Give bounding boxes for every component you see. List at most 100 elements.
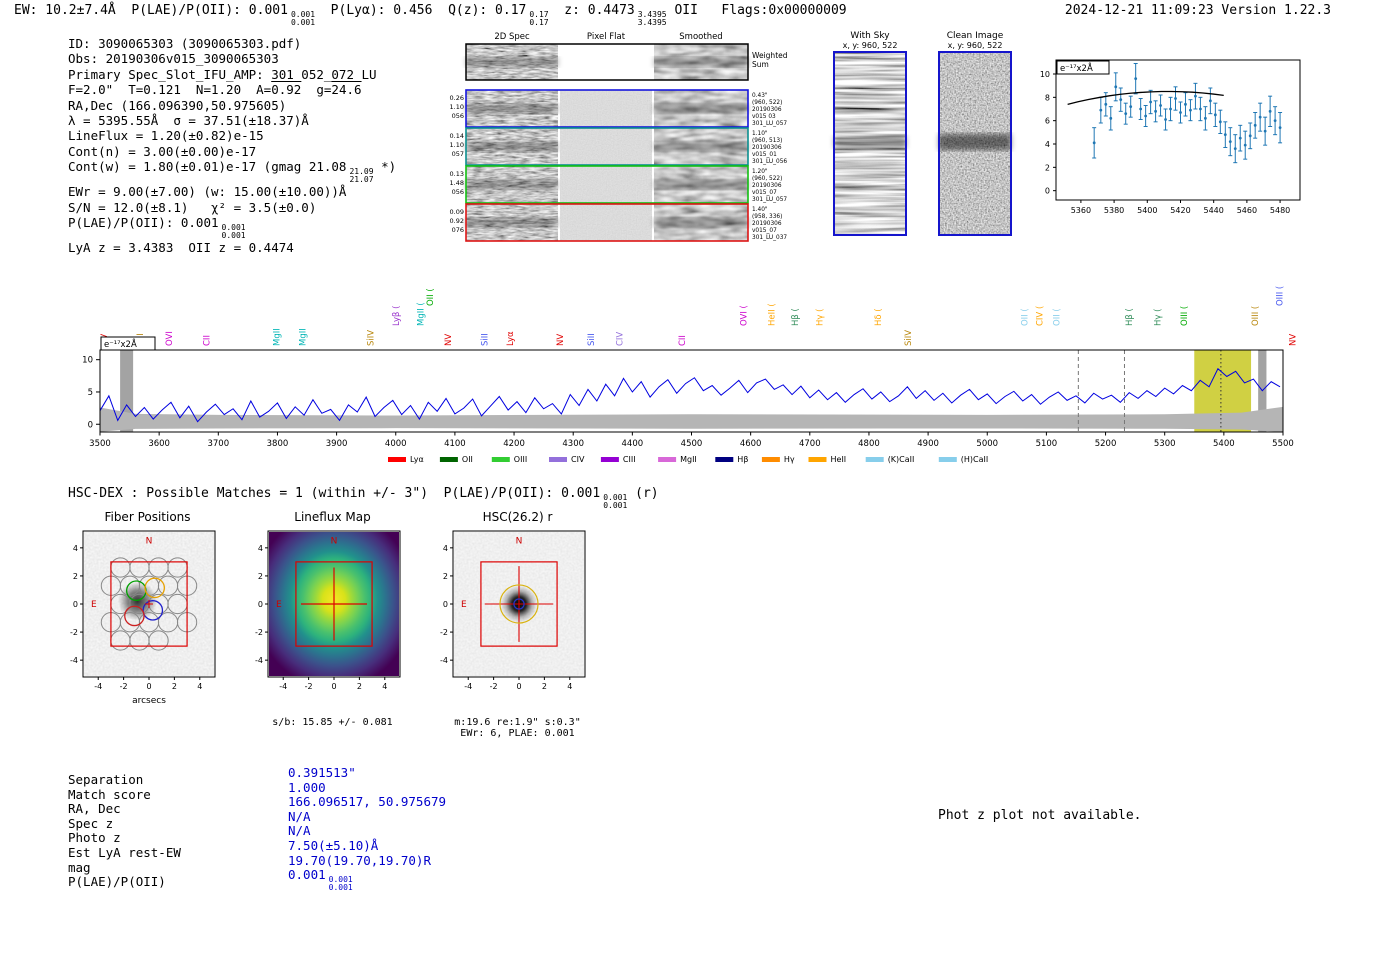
svg-text:With Sky: With Sky <box>850 31 890 41</box>
lineflux-map-image: -4 -4 -2 -2 0 0 2 2 4 4 N E <box>255 530 401 691</box>
match-table-row: Spec z N/A <box>68 808 311 831</box>
svg-text:N: N <box>516 537 523 547</box>
svg-text:0: 0 <box>331 682 336 691</box>
info-line: LyA z = 3.4383 OII z = 0.4474 <box>68 240 294 256</box>
svg-text:e⁻¹⁷x2Å: e⁻¹⁷x2Å <box>1060 62 1093 74</box>
match-table: Separation 0.391513" Match score 1.000 RA, D… <box>68 765 447 893</box>
svg-text:Pixel Flat: Pixel Flat <box>587 32 626 42</box>
svg-text:0.92: 0.92 <box>450 217 464 225</box>
match-table-row: P(LAE)/P(OII) 0.001 0.001 0.001 <box>68 867 353 893</box>
svg-text:OII (: OII ( <box>1021 308 1031 326</box>
svg-text:Sum: Sum <box>752 60 769 69</box>
svg-text:arcsecs: arcsecs <box>132 696 166 706</box>
timestamp-version: 2024-12-21 11:09:23 Version 1.22.3 <box>1064 3 1331 18</box>
svg-text:1.40": 1.40" <box>752 207 768 213</box>
svg-text:(960, 522): (960, 522) <box>752 176 782 182</box>
fiber-positions-panel: Fiber Positions -4 -4 -2 -2 0 0 2 2 4 4 N Earcsecs <box>55 510 240 717</box>
svg-text:076: 076 <box>452 226 464 234</box>
svg-text:0: 0 <box>1045 187 1050 196</box>
svg-text:4400: 4400 <box>622 439 644 449</box>
svg-text:301_LU_057: 301_LU_057 <box>752 121 787 127</box>
svg-text:CII: CII <box>202 335 212 346</box>
svg-text:Weighted: Weighted <box>752 51 788 60</box>
svg-text:3700: 3700 <box>207 439 229 449</box>
svg-text:5360: 5360 <box>1071 206 1091 215</box>
svg-text:4: 4 <box>1045 140 1050 149</box>
svg-text:-4: -4 <box>255 656 263 665</box>
svg-text:(960, 513): (960, 513) <box>752 138 782 144</box>
svg-text:SiIV: SiIV <box>366 330 376 346</box>
fiber-positions-title: Fiber Positions <box>104 510 191 524</box>
svg-text:E: E <box>276 600 282 610</box>
svg-text:(958, 336): (958, 336) <box>752 214 782 220</box>
match-table-row: Separation 0.391513" <box>68 765 356 787</box>
svg-text:Clean Image: Clean Image <box>947 31 1004 41</box>
svg-text:CIII: CIII <box>623 455 636 464</box>
lineflux-caption: s/b: 15.85 +/- 0.081 <box>272 717 393 728</box>
svg-text:SiII: SiII <box>587 333 597 346</box>
match-table-row: RA, Dec 166.096517, 50.975679 <box>68 794 447 817</box>
svg-text:MgII: MgII <box>272 328 282 346</box>
svg-text:0: 0 <box>73 600 78 609</box>
lineflux-map-title: Lineflux Map <box>294 510 371 524</box>
svg-text:5440: 5440 <box>1204 206 1224 215</box>
svg-text:0.26: 0.26 <box>450 94 464 102</box>
svg-text:CIV (: CIV ( <box>1035 306 1045 326</box>
svg-text:4: 4 <box>258 544 263 553</box>
svg-text:Hγ: Hγ <box>784 455 795 464</box>
svg-text:5100: 5100 <box>1036 439 1058 449</box>
info-line: RA,Dec (166.096390,50.975605) <box>68 97 287 113</box>
svg-text:4700: 4700 <box>799 439 821 449</box>
svg-text:OVI (: OVI ( <box>740 305 750 326</box>
svg-text:HeII: HeII <box>831 455 847 464</box>
svg-text:-4: -4 <box>70 656 78 665</box>
svg-text:20190306: 20190306 <box>752 145 782 151</box>
hsc-r-image: -4 -4 -2 -2 0 0 2 2 4 4 N E <box>440 530 586 691</box>
svg-text:2: 2 <box>73 572 78 581</box>
svg-text:OIII (: OIII ( <box>1251 306 1261 326</box>
svg-text:Smoothed: Smoothed <box>679 32 722 42</box>
photz-note: Phot z plot not available. <box>938 808 1142 823</box>
svg-text:-4: -4 <box>440 656 448 665</box>
svg-text:-2: -2 <box>440 628 448 637</box>
svg-text:2D Spec: 2D Spec <box>494 32 530 42</box>
svg-text:Hβ (: Hβ ( <box>791 308 801 326</box>
svg-text:5: 5 <box>88 388 93 398</box>
info-line: EWr = 9.00(±7.00) (w: 15.00(±10.00))Å <box>68 184 347 200</box>
svg-text:20190306: 20190306 <box>752 107 782 113</box>
svg-text:056: 056 <box>452 112 464 120</box>
sky-image-panels: With Skyx, y: 960, 522Clean Imagex, y: 9… <box>833 31 1012 236</box>
svg-text:Hβ: Hβ <box>737 455 748 464</box>
svg-text:N: N <box>146 537 153 547</box>
svg-text:0: 0 <box>443 600 448 609</box>
svg-text:4000: 4000 <box>385 439 407 449</box>
svg-text:5480: 5480 <box>1270 206 1290 215</box>
info-line: λ = 5395.55Å σ = 37.51(±18.37)Å <box>68 113 309 129</box>
hsc-dex-match-line: HSC-DEX : Possible Matches = 1 (within +… <box>68 486 659 510</box>
svg-text:MgII: MgII <box>680 455 697 464</box>
report-summary-line: EW: 10.2±7.4Å P(LAE)/P(OII): 0.001 0.001 0… <box>14 3 847 27</box>
svg-text:4: 4 <box>443 544 448 553</box>
hsc-caption-2: EWr: 6, PLAE: 0.001 <box>460 728 575 739</box>
detection-info-block: ID: 3090065303 (3090065303.pdf) Obs: 2019… <box>68 36 396 255</box>
svg-text:0: 0 <box>258 600 263 609</box>
svg-text:3900: 3900 <box>326 439 348 449</box>
svg-text:3600: 3600 <box>148 439 170 449</box>
svg-text:-4: -4 <box>94 682 102 691</box>
svg-text:4600: 4600 <box>740 439 762 449</box>
fit-plot-svg: 5360 5380 5400 5420 5440 5460 5480 0 2 4 6 8 10 e⁻¹⁷x… <box>1040 59 1301 215</box>
svg-text:0.14: 0.14 <box>450 132 464 140</box>
svg-text:5420: 5420 <box>1170 206 1190 215</box>
svg-text:4: 4 <box>567 682 572 691</box>
svg-text:1.10: 1.10 <box>450 141 464 149</box>
svg-text:N: N <box>331 537 338 547</box>
svg-text:057: 057 <box>452 150 464 158</box>
svg-text:3500: 3500 <box>89 439 111 449</box>
svg-text:OIII: OIII <box>514 455 527 464</box>
svg-text:x, y: 960, 522: x, y: 960, 522 <box>948 41 1003 50</box>
svg-text:4900: 4900 <box>917 439 939 449</box>
svg-text:OII (: OII ( <box>1052 308 1062 326</box>
svg-text:0.43": 0.43" <box>752 93 768 99</box>
svg-text:Lyα: Lyα <box>506 331 516 346</box>
svg-text:HeII (: HeII ( <box>767 303 777 326</box>
